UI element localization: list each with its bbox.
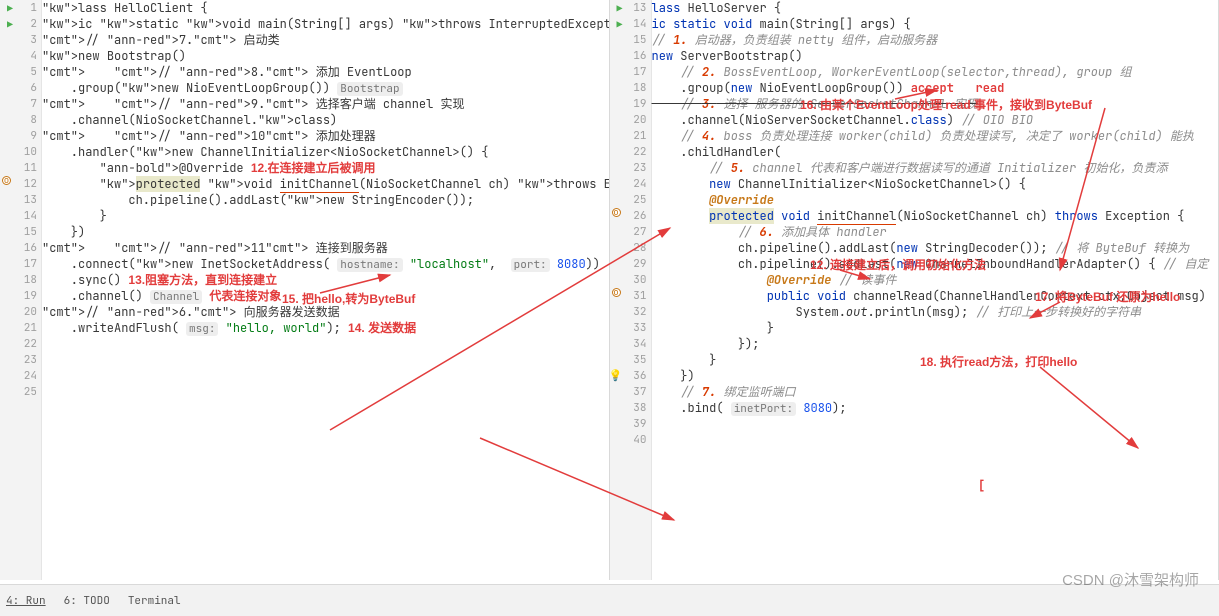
left-gutter: ▶1▶234567891011o121314151617181920212223… (0, 0, 42, 580)
bottom-tool-tabs: 4: Run 6: TODO Terminal (0, 584, 1219, 616)
right-code[interactable]: lass HelloServer {ic static void main(St… (652, 0, 1219, 448)
right-editor-pane[interactable]: ▶13▶141516171819202122232425o2627282930o… (610, 0, 1219, 580)
left-editor-pane[interactable]: ▶1▶234567891011o121314151617181920212223… (0, 0, 610, 580)
tab-run[interactable]: 4: Run (6, 594, 46, 608)
right-gutter: ▶13▶141516171819202122232425o2627282930o… (610, 0, 652, 580)
left-code[interactable]: "kw">lass HelloClient {"kw">ic "kw">stat… (42, 0, 609, 400)
tab-terminal[interactable]: Terminal (128, 594, 181, 608)
watermark: CSDN @沐雪架构师 (1062, 569, 1199, 590)
tab-todo[interactable]: 6: TODO (64, 594, 110, 608)
